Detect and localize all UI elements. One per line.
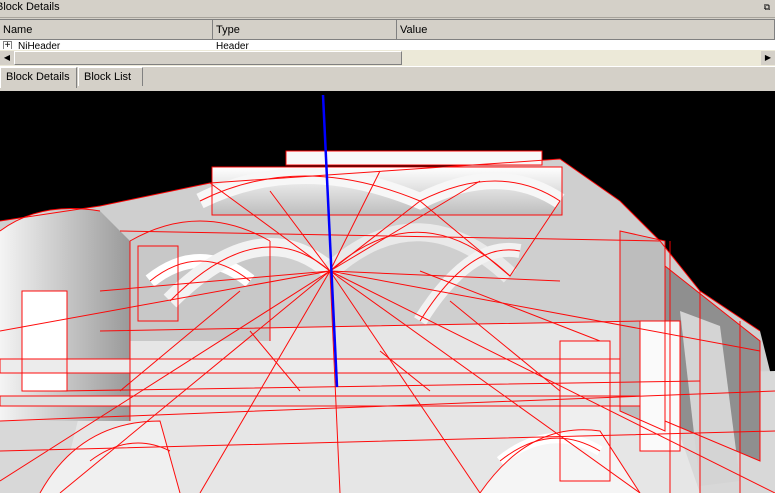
- horizontal-scrollbar[interactable]: ◀ ▶: [0, 49, 775, 66]
- wireframe-render: [0, 91, 775, 493]
- block-details-table: Name Type Value + NiHeader Header ◀ ▶: [0, 19, 775, 67]
- 3d-viewport[interactable]: [0, 91, 775, 493]
- tab-block-details-label: Block Details: [6, 71, 70, 83]
- tab-strip: Block Details Block List: [0, 67, 775, 89]
- scroll-left-icon[interactable]: ◀: [0, 51, 14, 65]
- restore-window-icon[interactable]: ⧉: [762, 2, 772, 12]
- tab-block-list[interactable]: Block List: [78, 67, 143, 86]
- column-header-name[interactable]: Name: [0, 20, 213, 40]
- tab-block-list-label: Block List: [84, 71, 132, 83]
- scrollbar-thumb[interactable]: [14, 51, 402, 65]
- scroll-right-icon[interactable]: ▶: [761, 51, 775, 65]
- panel-title: Block Details: [0, 1, 60, 13]
- panel-titlebar: Block Details ⧉: [0, 0, 775, 18]
- column-header-type[interactable]: Type: [213, 20, 397, 40]
- column-header-name-label: Name: [3, 24, 33, 36]
- column-header-value[interactable]: Value: [397, 20, 775, 40]
- column-header-type-label: Type: [216, 24, 240, 36]
- tab-block-details[interactable]: Block Details: [0, 67, 77, 88]
- column-header-value-label: Value: [400, 24, 428, 36]
